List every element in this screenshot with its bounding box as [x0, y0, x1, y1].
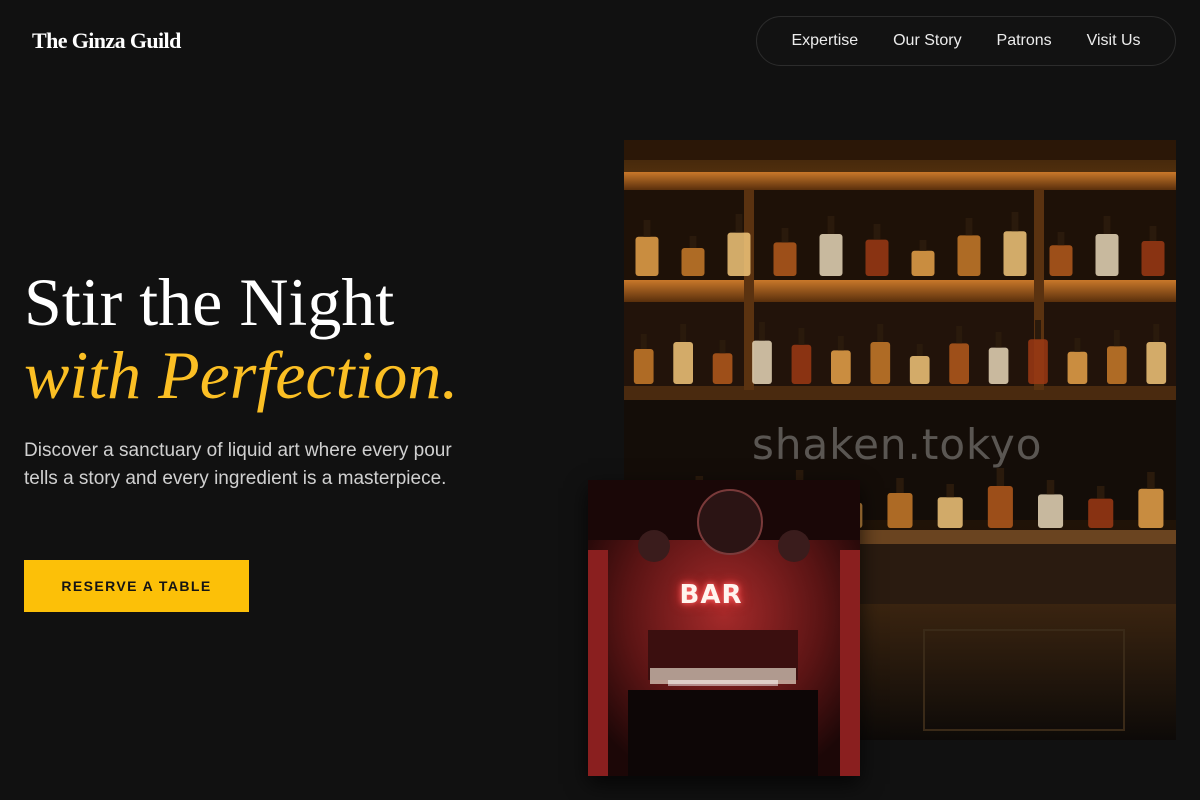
bottle — [909, 356, 930, 384]
bottle — [988, 347, 1009, 384]
bottle — [1141, 241, 1165, 276]
bottle — [1107, 346, 1127, 384]
bottle — [887, 493, 913, 528]
bar-neon-sign: BAR — [679, 580, 743, 610]
bottle-neck — [1096, 486, 1105, 499]
bottle — [1049, 245, 1073, 276]
bottle-neck — [689, 236, 697, 248]
bottle-neck — [965, 218, 973, 236]
bottle — [957, 235, 981, 276]
nav-visit-us[interactable]: Visit Us — [1087, 32, 1141, 50]
bottle-neck — [1113, 330, 1120, 347]
bottle — [681, 248, 705, 276]
brand-logo[interactable]: The Ginza Guild — [32, 28, 181, 54]
bottle-neck — [1149, 226, 1157, 241]
bottle — [635, 236, 659, 276]
hero-title-line1: Stir the Night — [24, 264, 395, 340]
hero-subtitle: Discover a sanctuary of liquid art where… — [24, 440, 452, 489]
bottle — [1067, 351, 1088, 384]
main-nav: Expertise Our Story Patrons Visit Us — [756, 16, 1176, 66]
bottle-neck — [896, 478, 904, 493]
bottle — [712, 353, 733, 384]
bottle — [1088, 498, 1114, 528]
bottle-neck — [735, 214, 743, 233]
bottle-neck — [719, 340, 726, 354]
nav-expertise[interactable]: Expertise — [791, 32, 858, 50]
bottle-neck — [1035, 320, 1041, 340]
bottle — [937, 497, 963, 528]
bottle — [791, 344, 812, 384]
nav-patrons[interactable]: Patrons — [997, 32, 1052, 50]
bottle — [1095, 234, 1119, 276]
bottle-neck — [956, 326, 963, 344]
bottle — [831, 350, 851, 384]
hero-title-line2: with Perfection. — [24, 337, 459, 413]
bottle-neck — [1074, 338, 1081, 352]
bottle-neck — [680, 324, 687, 342]
hero-title: Stir the Night with Perfection. — [24, 266, 458, 412]
bottle — [727, 232, 751, 276]
bottle-neck — [873, 224, 881, 240]
bottle — [1038, 494, 1064, 528]
bottle-neck — [946, 484, 954, 498]
bottle-neck — [995, 332, 1002, 348]
bottle — [752, 340, 772, 384]
bottle-neck — [1011, 212, 1019, 232]
nav-our-story[interactable]: Our Story — [893, 32, 961, 50]
bottle — [949, 343, 969, 384]
red-bar-photo: BAR — [588, 480, 860, 776]
bottle — [1003, 231, 1027, 276]
bottle-neck — [837, 336, 844, 351]
bottle-neck — [916, 344, 923, 356]
bottle-neck — [798, 328, 805, 345]
bottle — [633, 349, 654, 384]
bottle-neck — [1103, 216, 1111, 234]
red-bar-illustration — [588, 480, 860, 776]
bottle — [1146, 342, 1167, 384]
bottle-neck — [877, 324, 884, 342]
bottle-neck — [827, 216, 835, 234]
reserve-table-button[interactable]: RESERVE A TABLE — [24, 560, 249, 612]
bottle — [865, 239, 889, 276]
bottle-neck — [919, 240, 927, 251]
bottle — [987, 486, 1013, 528]
bottle — [1028, 339, 1048, 384]
bottle-neck — [759, 322, 765, 341]
bottle-neck — [1057, 232, 1065, 246]
bottle — [773, 242, 797, 276]
image-watermark: shaken.tokyo — [752, 420, 1043, 469]
bottle — [1138, 488, 1164, 528]
bottle-neck — [781, 228, 789, 243]
bottle-neck — [996, 468, 1005, 486]
bottle-neck — [643, 220, 651, 237]
bottle — [911, 250, 935, 276]
bottle — [819, 234, 843, 276]
bottle-neck — [1046, 480, 1055, 495]
bottle — [870, 342, 891, 384]
bottle-neck — [1153, 324, 1160, 342]
bottle — [673, 342, 693, 384]
bottle-neck — [640, 334, 647, 349]
bottle-neck — [1147, 472, 1155, 489]
